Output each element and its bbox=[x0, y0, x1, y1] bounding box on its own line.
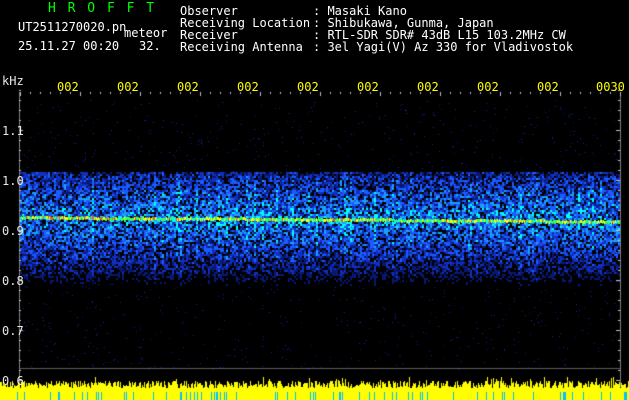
y-axis-unit: kHz bbox=[2, 74, 24, 88]
time-tick-label: 002 bbox=[477, 80, 499, 94]
filename-label: UT2511270020.pn bbox=[18, 20, 127, 34]
time-tick-label: 002 bbox=[117, 80, 139, 94]
antenna-value: : 3el Yagi(V) Az 330 for Vladivostok bbox=[313, 40, 574, 54]
y-tick-label: 0.6 bbox=[2, 374, 24, 388]
y-tick-label: 1.1 bbox=[2, 124, 24, 138]
time-tick-label: 002 bbox=[417, 80, 439, 94]
time-tick-label: 002 bbox=[177, 80, 199, 94]
time-tick-label: 002 bbox=[297, 80, 319, 94]
mode-label: meteor bbox=[124, 26, 168, 40]
time-tick-label: 002 bbox=[57, 80, 79, 94]
y-tick-label: 0.8 bbox=[2, 274, 24, 288]
y-tick-label: 1.0 bbox=[2, 174, 24, 188]
antenna-label: Receiving Antenna bbox=[180, 40, 303, 54]
time-tick-label: 0030 bbox=[596, 80, 625, 94]
time-tick-label: 002 bbox=[237, 80, 259, 94]
y-tick-label: 0.9 bbox=[2, 224, 24, 238]
channel-label: 32. bbox=[139, 39, 161, 53]
brand-title: H R O F F T bbox=[48, 1, 157, 16]
y-tick-label: 0.7 bbox=[2, 324, 24, 338]
time-tick-label: 002 bbox=[537, 80, 559, 94]
spectrogram-canvas bbox=[0, 0, 629, 400]
time-tick-label: 002 bbox=[357, 80, 379, 94]
datetime-label: 25.11.27 00:20 bbox=[18, 39, 120, 53]
